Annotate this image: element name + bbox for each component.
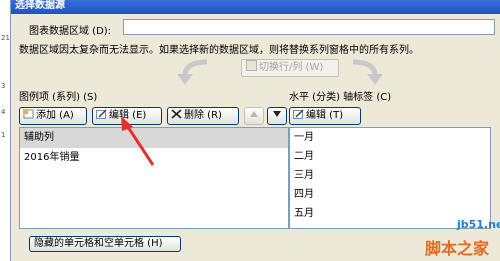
annotation-arrow-icon <box>121 116 155 166</box>
